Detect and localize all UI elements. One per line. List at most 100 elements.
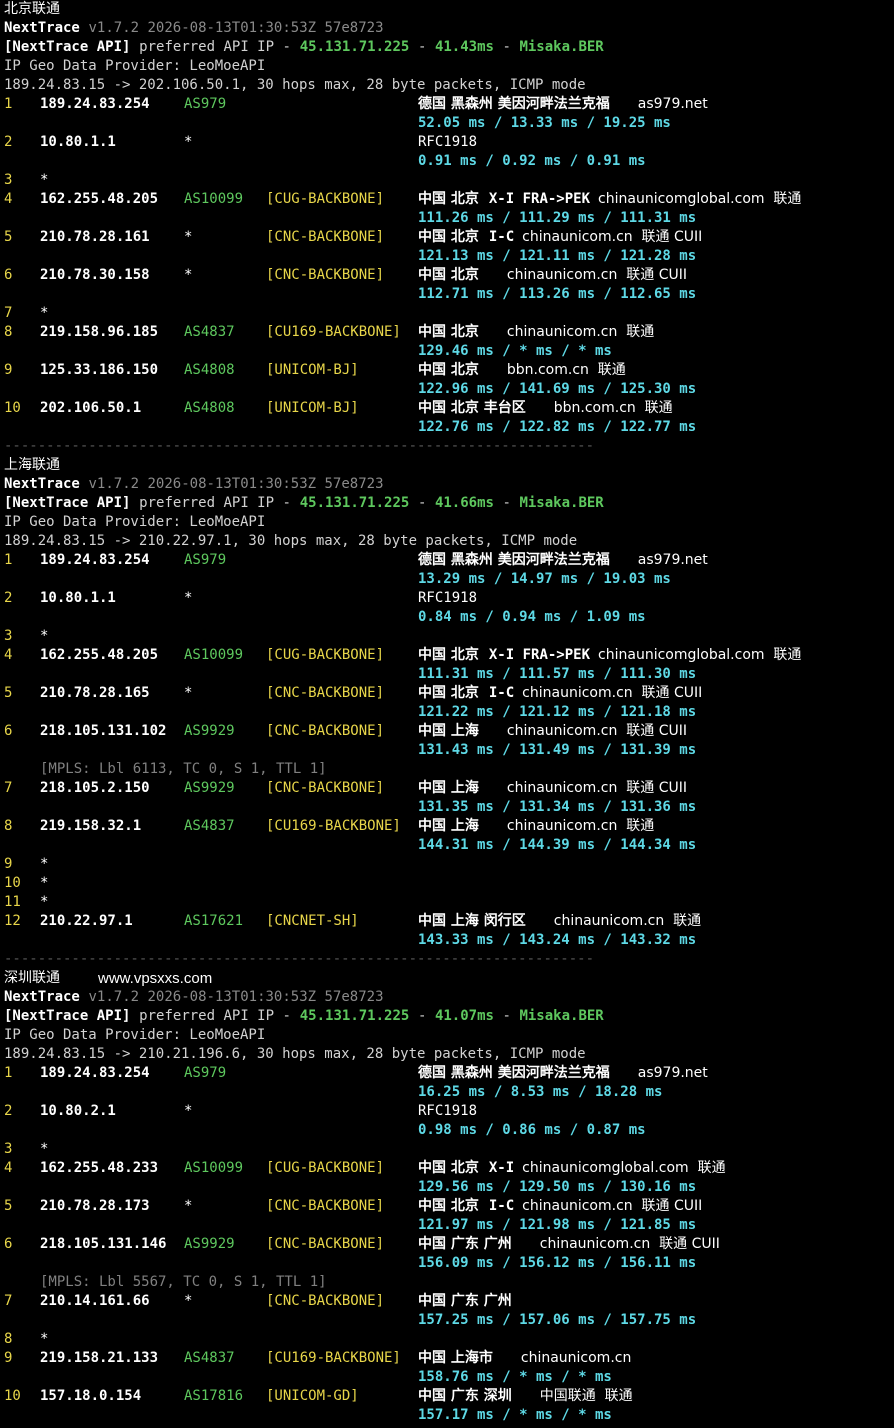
api-node: Misaka.BER <box>519 1008 604 1024</box>
hop-geo: 中国 上海 <box>418 780 479 796</box>
route-line: 189.24.83.15 -> 210.22.97.1, 30 hops max… <box>4 532 894 551</box>
hop-number: 6 <box>4 723 13 739</box>
geo-provider-text: IP Geo Data Provider: LeoMoeAPI <box>4 514 266 530</box>
hop-extra: chinaunicomglobal.com 联通 <box>598 191 802 207</box>
hop-tag: [CU169-BACKBONE] <box>266 324 401 340</box>
hop-times-row: 158.76 ms / * ms / * ms <box>4 1368 894 1387</box>
hop-geo: 中国 北京 丰台区 <box>418 400 526 416</box>
hop-number: 8 <box>4 324 13 340</box>
hop-latencies: 157.25 ms / 157.06 ms / 157.75 ms <box>418 1312 697 1328</box>
hop-geo: 中国 北京 <box>418 1160 479 1176</box>
dash: - <box>409 1008 435 1024</box>
hop-number: 10 <box>4 1388 21 1404</box>
hop-latencies: 131.35 ms / 131.34 ms / 131.36 ms <box>418 799 697 815</box>
separator-line: ----------------------------------------… <box>4 438 595 454</box>
hop-extra: chinaunicom.cn 联通 <box>553 913 702 929</box>
hop-timeout: * <box>40 894 49 910</box>
hop-times-row: 143.33 ms / 143.24 ms / 143.32 ms <box>4 931 894 950</box>
hop-geo: 中国 广东 广州 <box>418 1293 512 1309</box>
section-title-text: 上海联通 <box>4 457 60 473</box>
hop-number: 2 <box>4 590 13 606</box>
hop-number: 6 <box>4 267 13 283</box>
hop-row: 10 * <box>4 874 894 893</box>
hop-latencies: 129.56 ms / 129.50 ms / 130.16 ms <box>418 1179 697 1195</box>
api-tag: [NextTrace API] <box>4 39 131 55</box>
tool-version: v1.7.2 2026-08-13T01:30:53Z 57e8723 <box>88 20 384 36</box>
hop-geo: 中国 北京 <box>418 229 479 245</box>
api-latency: 41.66ms <box>434 495 494 511</box>
hop-asn: AS4808 <box>184 400 235 416</box>
hop-row: 1 189.24.83.254 AS979 德国 黑森州 美因河畔法兰克福 as979.… <box>4 551 894 570</box>
hop-ip: 210.78.28.161 <box>40 229 150 245</box>
hop-latencies: 131.43 ms / 131.49 ms / 131.39 ms <box>418 742 697 758</box>
hop-asn: AS4837 <box>184 1350 235 1366</box>
hop-times-row: 156.09 ms / 156.12 ms / 156.11 ms <box>4 1254 894 1273</box>
hop-isp: I-C <box>488 685 515 701</box>
hop-latencies: 144.31 ms / 144.39 ms / 144.34 ms <box>418 837 697 853</box>
hop-extra: 中国联通 联通 <box>539 1388 633 1404</box>
hop-extra: chinaunicomglobal.com 联通 <box>522 1160 726 1176</box>
hop-asn: AS17621 <box>184 913 244 929</box>
hop-tag: [CUG-BACKBONE] <box>266 647 385 663</box>
hop-extra: chinaunicom.cn 联通 <box>506 324 655 340</box>
hop-number: 10 <box>4 400 21 416</box>
hop-row: 7 218.105.2.150 AS9929 [CNC-BACKBONE] 中国 上海 c… <box>4 779 894 798</box>
hop-row: 7 210.14.161.66 * [CNC-BACKBONE] 中国 广东 广州 <box>4 1292 894 1311</box>
hop-number: 3 <box>4 1141 13 1157</box>
hop-extra: chinaunicom.cn 联通 CUII <box>522 685 703 701</box>
hop-geo: 中国 广东 广州 <box>418 1236 512 1252</box>
hop-latencies: 129.46 ms / * ms / * ms <box>418 343 612 359</box>
hop-row: 1 189.24.83.254 AS979 德国 黑森州 美因河畔法兰克福 as979.… <box>4 95 894 114</box>
hop-ip: 10.80.1.1 <box>40 590 116 606</box>
hop-row: 9 125.33.186.150 AS4808 [UNICOM-BJ] 中国 北京 bbn… <box>4 361 894 380</box>
geo-provider-text: IP Geo Data Provider: LeoMoeAPI <box>4 58 266 74</box>
hop-number: 11 <box>4 894 21 910</box>
hop-ip: 219.158.96.185 <box>40 324 159 340</box>
hop-tag: [CUG-BACKBONE] <box>266 1160 385 1176</box>
hop-ip: 125.33.186.150 <box>40 362 159 378</box>
hop-times-row: 129.46 ms / * ms / * ms <box>4 342 894 361</box>
hop-extra: chinaunicom.cn 联通 CUII <box>522 1198 703 1214</box>
geo-provider-text: IP Geo Data Provider: LeoMoeAPI <box>4 1027 266 1043</box>
hop-tag: [CNC-BACKBONE] <box>266 267 385 283</box>
hop-tag: [CNC-BACKBONE] <box>266 780 385 796</box>
hop-geo: 中国 北京 <box>418 647 479 663</box>
hop-latencies: 158.76 ms / * ms / * ms <box>418 1369 612 1385</box>
hop-number: 9 <box>4 856 13 872</box>
hop-tag: [CNC-BACKBONE] <box>266 229 385 245</box>
api-tag: [NextTrace API] <box>4 1008 131 1024</box>
hop-asn: AS10099 <box>184 647 244 663</box>
hop-asn: AS979 <box>184 1065 227 1081</box>
hop-number: 8 <box>4 1331 13 1347</box>
api-text: preferred API IP - <box>130 1008 300 1024</box>
hop-geo: 中国 北京 <box>418 191 479 207</box>
hop-latencies: 122.96 ms / 141.69 ms / 125.30 ms <box>418 381 697 397</box>
hop-tag: [UNICOM-BJ] <box>266 400 359 416</box>
hop-ip: 218.105.131.146 <box>40 1236 167 1252</box>
hop-isp: X-I FRA->PEK <box>488 191 591 207</box>
section-title-text: 北京联通 <box>4 1 60 17</box>
hop-row: 3 * <box>4 171 894 190</box>
hop-tag: [CNCNET-SH] <box>266 913 359 929</box>
hop-geo: 中国 北京 <box>418 1198 479 1214</box>
hop-row: 9 219.158.21.133 AS4837 [CU169-BACKBONE] 中国 … <box>4 1349 894 1368</box>
hop-number: 12 <box>4 913 21 929</box>
hop-geo: RFC1918 <box>418 590 478 606</box>
section-title: 北京联通 <box>4 0 894 19</box>
hop-latencies: 0.84 ms / 0.94 ms / 1.09 ms <box>418 609 646 625</box>
hop-row: 10 157.18.0.154 AS17816 [UNICOM-GD] 中国 广东 深圳… <box>4 1387 894 1406</box>
hop-row: 3 * <box>4 1140 894 1159</box>
route-line: 189.24.83.15 -> 202.106.50.1, 30 hops ma… <box>4 76 894 95</box>
route-text: 189.24.83.15 -> 202.106.50.1, 30 hops ma… <box>4 77 586 93</box>
hop-number: 7 <box>4 780 13 796</box>
hop-times-row: 0.91 ms / 0.92 ms / 0.91 ms <box>4 152 894 171</box>
hop-extra: bbn.com.cn 联通 <box>506 362 626 378</box>
hop-number: 9 <box>4 1350 13 1366</box>
hop-row: 2 10.80.1.1 * RFC1918 <box>4 589 894 608</box>
hop-tag: [CNC-BACKBONE] <box>266 723 385 739</box>
hop-timeout: * <box>40 856 49 872</box>
hop-timeout: * <box>40 305 49 321</box>
api-ip: 45.131.71.225 <box>299 1008 410 1024</box>
